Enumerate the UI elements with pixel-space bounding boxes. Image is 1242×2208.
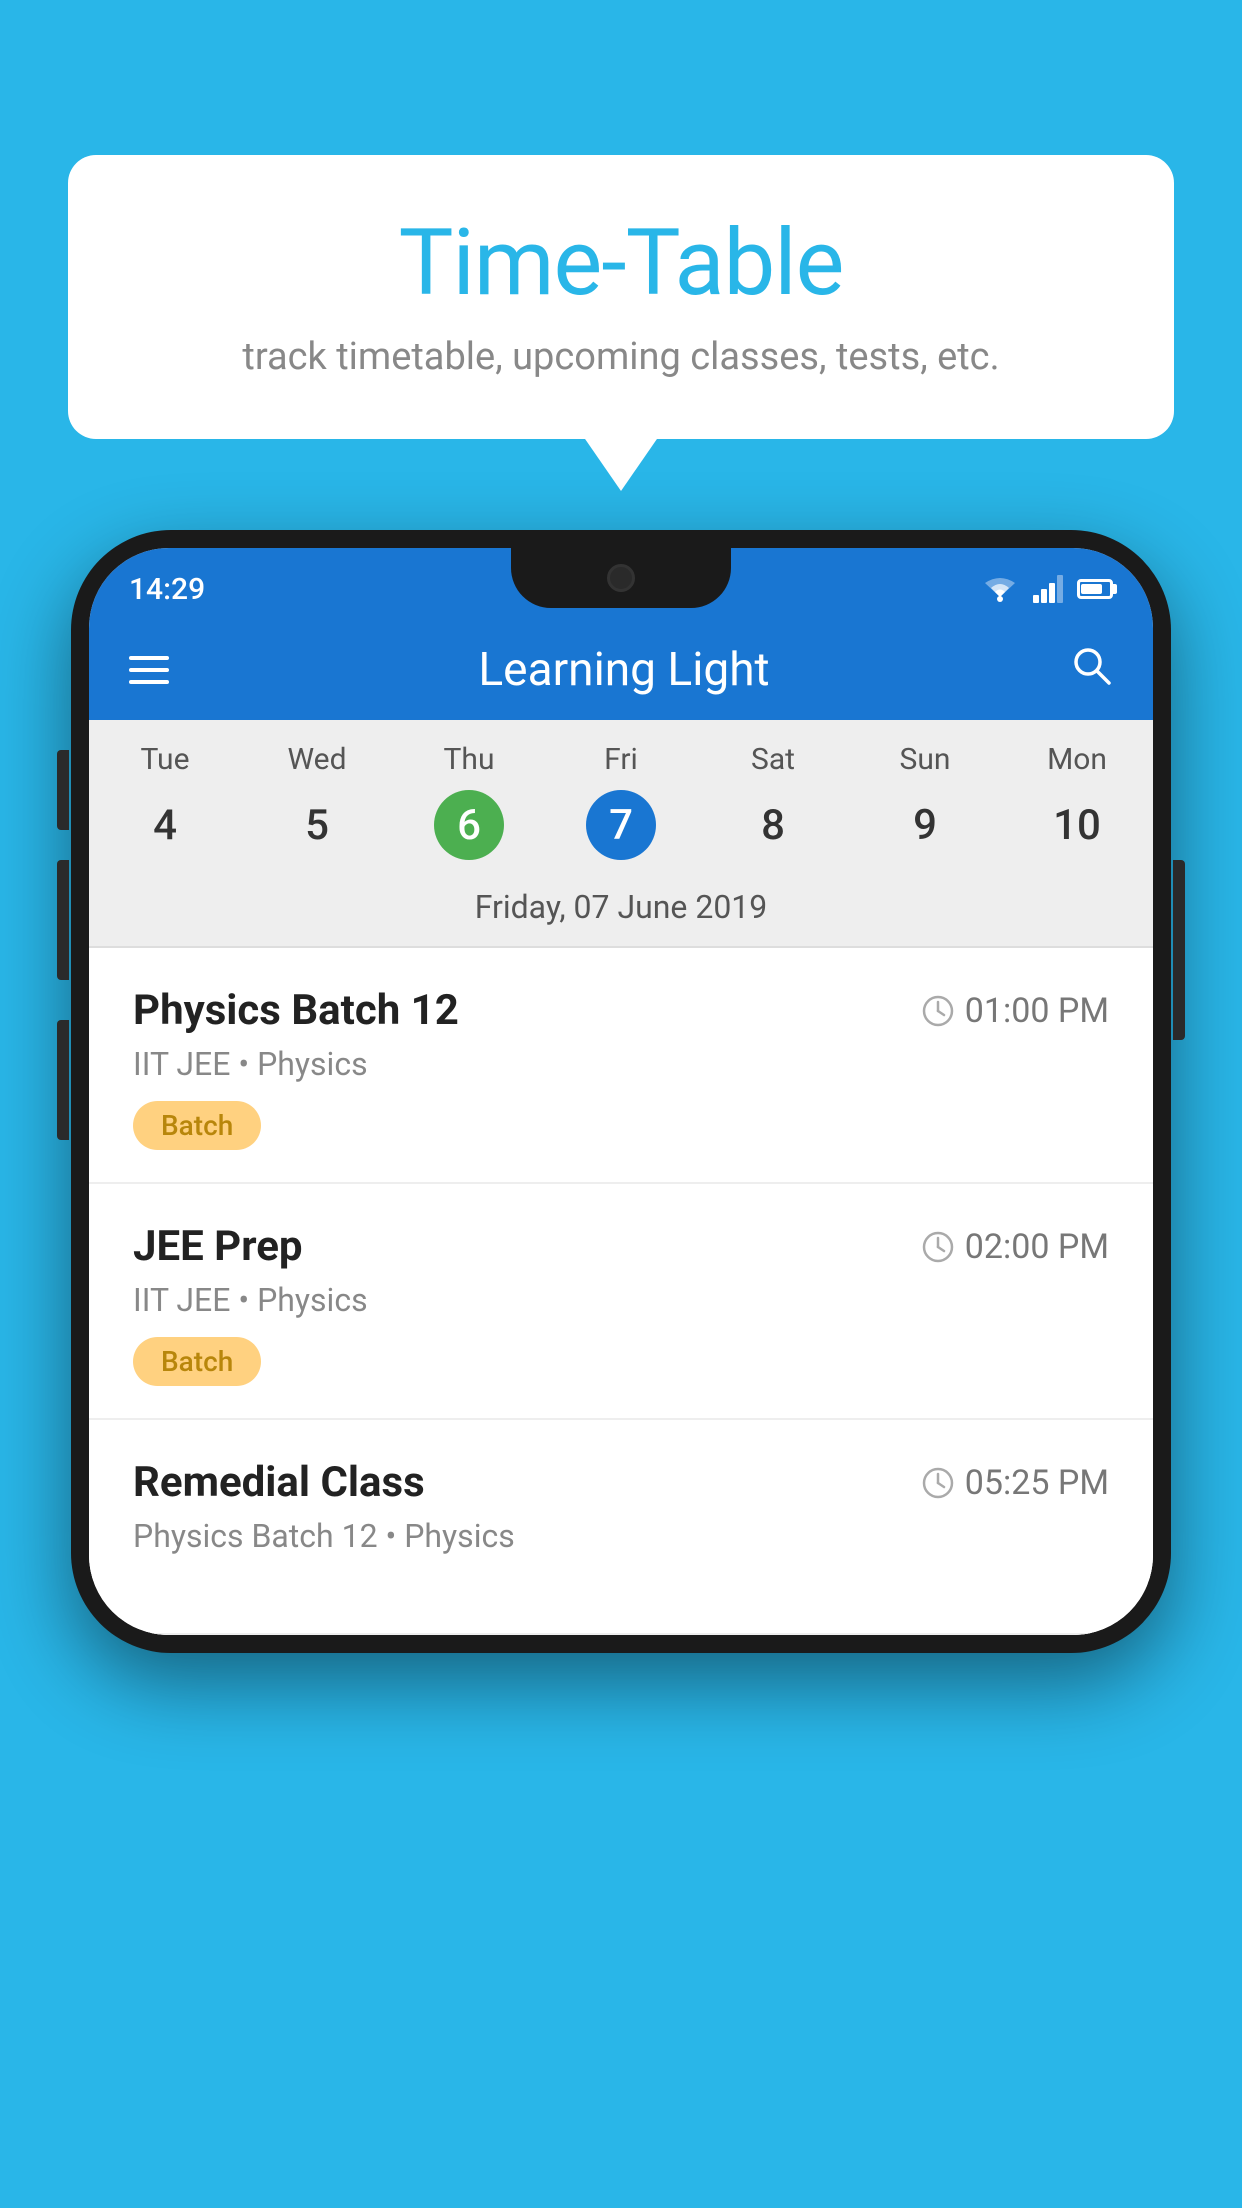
phone-button-left <box>57 750 69 830</box>
day-header-wed[interactable]: Wed <box>241 742 393 777</box>
calendar-day-5[interactable]: 5 <box>241 790 393 860</box>
schedule-item-2-header: JEE Prep 02:00 PM <box>133 1222 1109 1271</box>
schedule-item-1-time: 01:00 PM <box>921 991 1109 1031</box>
calendar-day-8[interactable]: 8 <box>697 790 849 860</box>
schedule-item-2[interactable]: JEE Prep 02:00 PM IIT JEE • Physics <box>89 1184 1153 1420</box>
search-button[interactable] <box>1069 643 1113 698</box>
clock-icon-2 <box>921 1230 955 1264</box>
schedule-item-1-header: Physics Batch 12 01:00 PM <box>133 986 1109 1035</box>
schedule-item-3[interactable]: Remedial Class 05:25 PM Physics Batch <box>89 1420 1153 1635</box>
speech-bubble-subtitle: track timetable, upcoming classes, tests… <box>128 335 1114 379</box>
calendar-day-6[interactable]: 6 <box>393 790 545 860</box>
day-header-sun[interactable]: Sun <box>849 742 1001 777</box>
calendar-day-headers: Tue Wed Thu Fri Sat Sun Mon <box>89 720 1153 785</box>
speech-bubble-title: Time-Table <box>128 210 1114 317</box>
phone-notch <box>511 548 731 608</box>
schedule-item-3-title: Remedial Class <box>133 1458 425 1507</box>
calendar-day-10[interactable]: 10 <box>1001 790 1153 860</box>
schedule-item-3-header: Remedial Class 05:25 PM <box>133 1458 1109 1507</box>
wifi-icon <box>981 575 1019 603</box>
clock-icon-1 <box>921 994 955 1028</box>
phone-device: 14:29 <box>71 530 1171 1653</box>
calendar-section: Tue Wed Thu Fri Sat Sun Mon 4 5 6 <box>89 720 1153 946</box>
clock-icon-3 <box>921 1466 955 1500</box>
speech-bubble-card: Time-Table track timetable, upcoming cla… <box>68 155 1174 439</box>
calendar-day-7[interactable]: 7 <box>545 790 697 860</box>
schedule-list: Physics Batch 12 01:00 PM IIT JEE • Ph <box>89 948 1153 1635</box>
schedule-item-1-title: Physics Batch 12 <box>133 986 459 1035</box>
schedule-item-3-subtitle: Physics Batch 12 • Physics <box>133 1517 1109 1555</box>
schedule-item-2-time: 02:00 PM <box>921 1227 1109 1267</box>
selected-date-label: Friday, 07 June 2019 <box>89 878 1153 946</box>
status-icons <box>981 575 1113 603</box>
schedule-item-3-time: 05:25 PM <box>921 1463 1109 1503</box>
calendar-day-9[interactable]: 9 <box>849 790 1001 860</box>
schedule-item-2-subtitle: IIT JEE • Physics <box>133 1281 1109 1319</box>
phone-button-volume-down <box>57 1020 69 1140</box>
phone-button-volume-up <box>57 860 69 980</box>
schedule-item-1[interactable]: Physics Batch 12 01:00 PM IIT JEE • Ph <box>89 948 1153 1184</box>
day-header-thu[interactable]: Thu <box>393 742 545 777</box>
app-bar: Learning Light <box>89 620 1153 720</box>
calendar-day-4[interactable]: 4 <box>89 790 241 860</box>
status-time: 14:29 <box>129 572 205 607</box>
schedule-item-1-subtitle: IIT JEE • Physics <box>133 1045 1109 1083</box>
day-header-mon[interactable]: Mon <box>1001 742 1153 777</box>
schedule-item-2-badge: Batch <box>133 1337 261 1386</box>
front-camera <box>607 564 635 592</box>
schedule-item-2-title: JEE Prep <box>133 1222 303 1271</box>
signal-icon <box>1033 575 1063 603</box>
app-bar-title: Learning Light <box>209 643 1039 697</box>
schedule-item-1-badge: Batch <box>133 1101 261 1150</box>
day-header-sat[interactable]: Sat <box>697 742 849 777</box>
day-header-tue[interactable]: Tue <box>89 742 241 777</box>
day-header-fri[interactable]: Fri <box>545 742 697 777</box>
phone-button-power <box>1173 860 1185 1040</box>
battery-icon <box>1077 579 1113 599</box>
calendar-day-numbers: 4 5 6 7 8 9 10 <box>89 785 1153 878</box>
hamburger-menu-button[interactable] <box>129 656 169 684</box>
phone-screen: 14:29 <box>89 548 1153 1635</box>
